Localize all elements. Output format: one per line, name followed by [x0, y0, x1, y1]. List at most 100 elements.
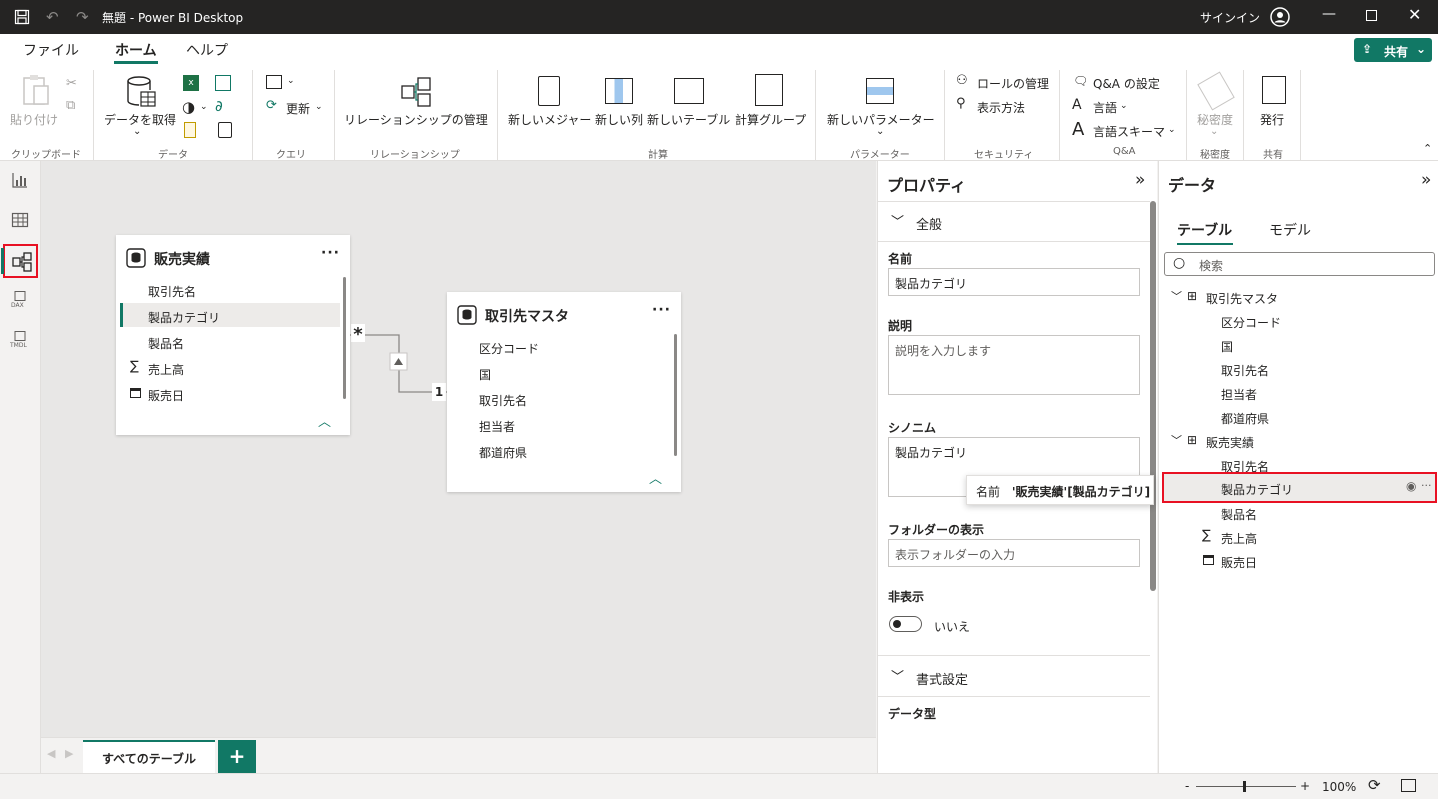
field-item[interactable]: 売上高	[148, 361, 184, 378]
chevron-down-icon: ⌄	[200, 102, 208, 112]
chevron-down-icon[interactable]: ﹀	[891, 666, 904, 685]
tab-model[interactable]: モデル	[1269, 220, 1311, 240]
zoom-slider[interactable]	[1196, 786, 1296, 787]
display-folder-field[interactable]: 表示フォルダーの入力	[888, 539, 1140, 567]
dax-query-icon[interactable]: DAX	[11, 291, 31, 311]
table-data-icon[interactable]	[215, 75, 231, 91]
manage-roles-button[interactable]: ロールの管理	[977, 75, 1049, 92]
manage-relationships-button[interactable]: リレーションシップの管理	[344, 111, 488, 128]
minimize-icon[interactable]: —	[1322, 6, 1336, 22]
tmdl-view-icon[interactable]: TMDL	[10, 331, 31, 351]
scrollbar[interactable]	[674, 334, 677, 456]
tree-field[interactable]: 製品名	[1221, 506, 1257, 523]
sql-icon[interactable]: ◑	[182, 98, 195, 116]
tree-field[interactable]: 取引先名	[1221, 362, 1269, 379]
section-formatting[interactable]: 書式設定	[916, 669, 968, 688]
field-item[interactable]: 取引先名	[148, 283, 196, 300]
collapse-icon[interactable]: ︿	[649, 468, 662, 487]
calc-group-button[interactable]: 計算グループ	[735, 111, 806, 128]
transform-data-icon[interactable]	[266, 75, 282, 89]
tree-field-selected[interactable]: 製品カテゴリ ◉ ···	[1162, 472, 1437, 503]
maximize-icon[interactable]	[1366, 10, 1377, 21]
transform-icon[interactable]	[218, 122, 232, 138]
collapse-pane-icon[interactable]: »	[1135, 170, 1145, 190]
zoom-out-button[interactable]: -	[1185, 779, 1189, 793]
table-card-customers[interactable]: 取引先マスタ ··· 区分コード 国 取引先名 担当者 都道府県 ︿	[447, 292, 681, 492]
signin-link[interactable]: サインイン	[1200, 9, 1260, 26]
tree-field[interactable]: 販売日	[1221, 554, 1257, 571]
scroll-right-icon[interactable]: ▶	[65, 747, 73, 760]
chevron-down-icon[interactable]: ﹀	[891, 211, 904, 230]
description-field[interactable]: 説明を入力します	[888, 335, 1140, 395]
zoom-in-button[interactable]: +	[1300, 779, 1310, 793]
hidden-toggle[interactable]	[889, 616, 922, 632]
scrollbar[interactable]	[1150, 201, 1156, 591]
model-view-button[interactable]	[1, 244, 38, 278]
paste-button[interactable]: 貼り付け	[10, 111, 58, 128]
excel-icon[interactable]: x	[183, 75, 199, 91]
menu-file[interactable]: ファイル	[23, 40, 79, 60]
view-as-button[interactable]: 表示方法	[977, 99, 1025, 116]
divider	[252, 70, 253, 160]
reset-zoom-icon[interactable]: ⟳	[1368, 776, 1381, 794]
tab-tables[interactable]: テーブル	[1177, 220, 1232, 240]
tree-field[interactable]: 都道府県	[1221, 410, 1269, 427]
scrollbar[interactable]	[343, 277, 346, 399]
more-options-icon[interactable]: ···	[652, 302, 671, 318]
collapse-icon[interactable]: ︿	[318, 411, 331, 430]
scroll-left-icon[interactable]: ◀	[47, 747, 55, 760]
qa-setup-button[interactable]: Q&A の設定	[1093, 75, 1160, 92]
report-view-icon[interactable]	[11, 171, 31, 191]
tree-table[interactable]: 販売実績	[1206, 434, 1254, 451]
table-view-icon[interactable]	[11, 211, 31, 231]
field-item[interactable]: 製品名	[148, 335, 184, 352]
avatar-icon[interactable]	[1270, 7, 1290, 27]
visibility-icon[interactable]: ◉	[1406, 479, 1416, 493]
search-input[interactable]: ○ 検索	[1164, 252, 1435, 276]
chevron-down-icon[interactable]: ﹀	[1171, 432, 1182, 448]
close-icon[interactable]: ✕	[1408, 5, 1421, 24]
share-button[interactable]: ⇪ 共有 ⌄	[1354, 38, 1432, 62]
tree-field[interactable]: 区分コード	[1221, 314, 1281, 331]
more-options-icon[interactable]: ···	[321, 245, 340, 261]
dataverse-icon[interactable]: ∂	[215, 97, 223, 115]
new-column-button[interactable]: 新しい列	[595, 111, 643, 128]
model-canvas[interactable]: * 1 販売実績 ··· 取引先名 製品カテゴリ 製品名 ∑ 売上高 販売日 ︿…	[41, 161, 876, 737]
name-field[interactable]: 製品カテゴリ	[888, 268, 1140, 296]
field-item[interactable]: 製品カテゴリ	[148, 309, 220, 326]
language-button[interactable]: 言語	[1093, 99, 1117, 116]
zoom-slider-thumb[interactable]	[1243, 781, 1246, 792]
save-icon[interactable]	[14, 9, 30, 25]
tree-field[interactable]: 売上高	[1221, 530, 1257, 547]
field-item[interactable]: 担当者	[479, 418, 515, 435]
tree-field[interactable]: 担当者	[1221, 386, 1257, 403]
field-item[interactable]: 区分コード	[479, 340, 539, 357]
fit-to-screen-icon[interactable]	[1401, 779, 1416, 792]
copy-icon[interactable]: ⧉	[66, 98, 75, 113]
field-item[interactable]: 販売日	[148, 387, 184, 404]
undo-icon[interactable]: ↶	[46, 8, 59, 26]
field-item[interactable]: 都道府県	[479, 444, 527, 461]
add-layout-button[interactable]: +	[218, 740, 256, 774]
tree-table[interactable]: 取引先マスタ	[1206, 290, 1278, 307]
new-measure-button[interactable]: 新しいメジャー	[508, 111, 591, 128]
tab-all-tables[interactable]: すべてのテーブル	[83, 740, 215, 774]
more-options-icon[interactable]: ···	[1421, 479, 1432, 492]
collapse-pane-icon[interactable]: »	[1421, 170, 1431, 190]
new-table-button[interactable]: 新しいテーブル	[647, 111, 730, 128]
menu-home[interactable]: ホーム	[115, 40, 157, 60]
chevron-down-icon[interactable]: ﹀	[1171, 288, 1182, 304]
tree-field[interactable]: 国	[1221, 338, 1233, 355]
collapse-ribbon-icon[interactable]: ⌃	[1423, 142, 1432, 155]
refresh-button[interactable]: 更新	[286, 100, 310, 117]
language-schema-button[interactable]: 言語スキーマ	[1093, 123, 1165, 140]
section-general[interactable]: 全般	[916, 214, 942, 233]
cut-icon[interactable]: ✂	[66, 76, 77, 91]
field-item[interactable]: 取引先名	[479, 392, 527, 409]
publish-button[interactable]: 発行	[1260, 111, 1284, 128]
field-item[interactable]: 国	[479, 366, 491, 383]
table-card-sales[interactable]: 販売実績 ··· 取引先名 製品カテゴリ 製品名 ∑ 売上高 販売日 ︿	[116, 235, 350, 435]
redo-icon[interactable]: ↷	[76, 8, 89, 26]
menu-help[interactable]: ヘルプ	[186, 40, 228, 60]
recent-sources-icon[interactable]	[184, 122, 196, 138]
